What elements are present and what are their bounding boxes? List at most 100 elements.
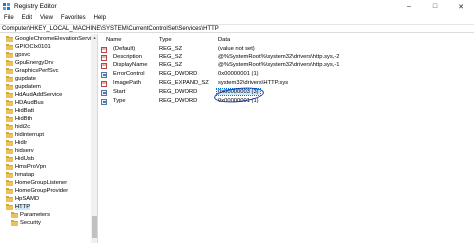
value-row[interactable]: Type REG_DWORD 0x00000001 (1) [99, 98, 474, 106]
registry-editor-icon [3, 3, 10, 10]
value-data: (value not set) [218, 46, 255, 52]
value-data: 0x00000001 (1) [218, 71, 259, 77]
tree-item[interactable]: HDAudBus [6, 99, 44, 107]
value-type: REG_SZ [159, 62, 183, 68]
folder-icon [6, 131, 13, 138]
address-bar[interactable]: Computer\HKEY_LOCAL_MACHINE\SYSTEM\Curre… [0, 24, 474, 33]
scrollbar-thumb[interactable] [92, 216, 97, 238]
tree-item[interactable]: hmatap [6, 171, 34, 179]
value-type: REG_DWORD [159, 98, 198, 104]
tree-item[interactable]: HidIr [6, 139, 27, 147]
tree-item[interactable]: hidi2c [6, 123, 30, 131]
menu-edit[interactable]: Edit [22, 15, 32, 21]
tree-item[interactable]: HidBatt [6, 107, 34, 115]
tree-item[interactable]: hidserv [6, 147, 34, 155]
folder-icon [6, 195, 13, 202]
reg-dword-icon [101, 72, 107, 78]
tree-item[interactable]: HdAudAddService [6, 91, 62, 99]
value-type: REG_DWORD [159, 89, 198, 95]
menu-favorites[interactable]: Favorites [61, 15, 86, 21]
folder-icon [6, 171, 13, 178]
value-data: @%SystemRoot%\system32\drivers\http.sys,… [218, 54, 340, 60]
menu-file[interactable]: File [4, 15, 14, 21]
folder-icon [6, 91, 13, 98]
folder-icon [6, 187, 13, 194]
tree-item[interactable]: gupdatem [6, 83, 41, 91]
reg-string-icon [101, 47, 107, 53]
value-type: REG_EXPAND_SZ [159, 80, 209, 86]
window-controls: – □ ✕ [396, 0, 474, 13]
values-list[interactable]: Name Type Data (Default) REG_SZ (value n… [99, 34, 474, 243]
folder-icon [6, 179, 13, 186]
value-row[interactable]: Description REG_SZ @%SystemRoot%\system3… [99, 54, 474, 62]
folder-icon [6, 155, 13, 162]
reg-dword-icon [101, 99, 107, 105]
reg-string-icon [101, 55, 107, 61]
value-data: @%SystemRoot%\system32\drivers\http.sys,… [218, 62, 340, 68]
folder-icon [6, 67, 13, 74]
minimize-button[interactable]: – [396, 0, 422, 13]
tree-item[interactable]: HomeGroupProvider [6, 187, 68, 195]
maximize-button[interactable]: □ [422, 0, 448, 13]
value-name: Description [113, 54, 142, 60]
folder-icon [11, 211, 18, 218]
tree-item-http[interactable]: HTTP [6, 203, 31, 211]
value-type: REG_SZ [159, 54, 183, 60]
folder-icon [6, 75, 13, 82]
scroll-up-arrow-icon[interactable]: ▲ [91, 34, 97, 41]
value-name: ImagePath [113, 80, 142, 86]
value-name: (Default) [113, 46, 136, 52]
folder-icon [6, 35, 13, 42]
tree-item[interactable]: gpsvc [6, 51, 30, 59]
key-tree[interactable]: GoogleChromeElevationServi GPIOClx0101 g… [0, 34, 98, 243]
folder-icon [6, 115, 13, 122]
folder-icon [6, 51, 13, 58]
folder-icon [6, 147, 13, 154]
folder-icon [6, 99, 13, 106]
tree-item[interactable]: hidinterrupt [6, 131, 44, 139]
tree-item[interactable]: HmsProVpn [6, 163, 46, 171]
column-header-type[interactable]: Type [159, 37, 172, 45]
tree-scrollbar[interactable]: ▲ [91, 34, 97, 243]
folder-icon [6, 203, 13, 210]
folder-icon [6, 107, 13, 114]
value-row[interactable]: ErrorControl REG_DWORD 0x00000001 (1) [99, 71, 474, 79]
menu-help[interactable]: Help [94, 15, 106, 21]
tree-item[interactable]: GraphicsPerfSvc [6, 67, 59, 75]
folder-icon [11, 219, 18, 226]
tree-item-parameters[interactable]: Parameters [11, 211, 50, 219]
menu-view[interactable]: View [40, 15, 53, 21]
column-header-data[interactable]: Data [218, 37, 230, 45]
value-name: Start [113, 89, 126, 95]
value-row[interactable]: (Default) REG_SZ (value not set) [99, 46, 474, 54]
window-title: Registry Editor [14, 3, 57, 10]
column-header-name[interactable]: Name [106, 37, 121, 45]
value-row[interactable]: ImagePath REG_EXPAND_SZ system32\drivers… [99, 80, 474, 88]
tree-item[interactable]: HidBth [6, 115, 32, 123]
value-row-start[interactable]: Start REG_DWORD 0x00000003 (3) [99, 88, 474, 97]
tree-item[interactable]: gupdate [6, 75, 36, 83]
menu-bar: File Edit View Favorites Help [0, 13, 474, 23]
value-name: DisplayName [113, 62, 148, 68]
reg-dword-icon [101, 90, 107, 96]
close-button[interactable]: ✕ [448, 0, 474, 13]
tree-item[interactable]: HidUsb [6, 155, 34, 163]
tree-item[interactable]: HpSAMD [6, 195, 39, 203]
tree-item-security[interactable]: Security [11, 219, 41, 227]
value-data: system32\drivers\HTTP.sys [218, 80, 289, 86]
value-type: REG_DWORD [159, 71, 198, 77]
address-path[interactable]: Computer\HKEY_LOCAL_MACHINE\SYSTEM\Curre… [2, 26, 219, 32]
folder-icon [6, 59, 13, 66]
folder-icon [6, 83, 13, 90]
value-row[interactable]: DisplayName REG_SZ @%SystemRoot%\system3… [99, 62, 474, 70]
value-name: Type [113, 98, 126, 104]
tree-item[interactable]: GpuEnergyDrv [6, 59, 53, 67]
reg-string-icon [101, 63, 107, 69]
tree-item[interactable]: GPIOClx0101 [6, 43, 51, 51]
tree-item[interactable]: GoogleChromeElevationServi [6, 35, 91, 43]
tree-item[interactable]: HomeGroupListener [6, 179, 67, 187]
reg-string-icon [101, 81, 107, 87]
folder-icon [6, 123, 13, 130]
folder-icon [6, 163, 13, 170]
value-type: REG_SZ [159, 46, 183, 52]
